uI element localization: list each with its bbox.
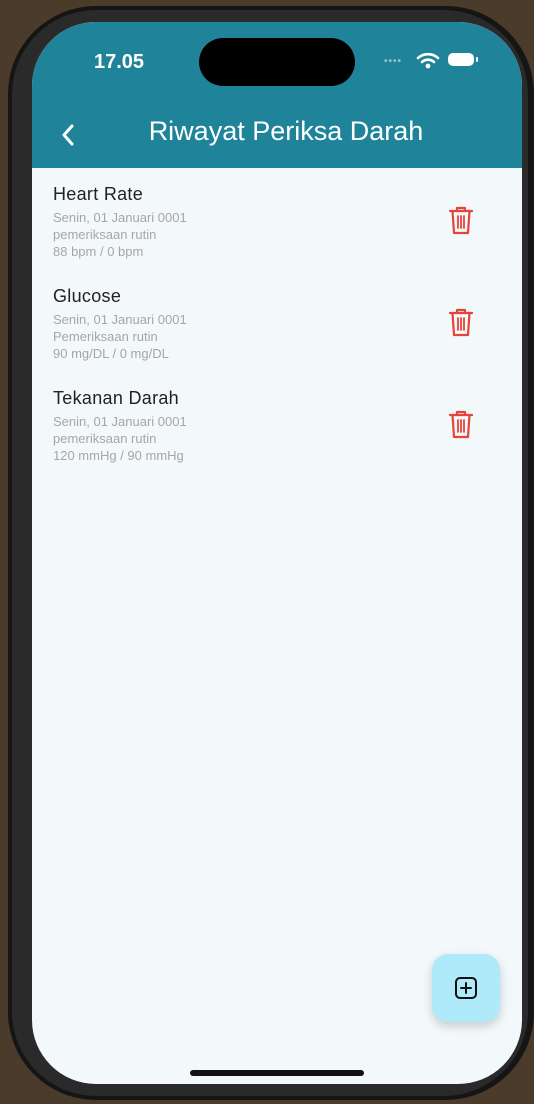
signal-icon: •••• (384, 56, 403, 67)
trash-icon[interactable] (448, 307, 474, 337)
status-time: 17.05 (94, 51, 145, 73)
app-screen: 17.05 •••• Riwayat Periksa Darah Heart R… (32, 22, 522, 1084)
battery-tip (476, 57, 478, 62)
record-title: Heart Rate (53, 184, 144, 204)
record-date: Senin, 01 Januari 0001 (53, 312, 187, 327)
app-header: 17.05 •••• Riwayat Periksa Darah (32, 22, 522, 168)
record-title: Glucose (53, 286, 122, 306)
trash-icon[interactable] (448, 205, 474, 235)
record-note: Pemeriksaan rutin (53, 329, 158, 344)
record-value: 120 mmHg / 90 mmHg (53, 448, 184, 463)
record-item-glucose[interactable]: Glucose Senin, 01 Januari 0001 Pemeriksa… (32, 270, 522, 372)
wifi-icon (416, 52, 440, 69)
record-value: 88 bpm / 0 bpm (53, 244, 144, 259)
plus-square-icon (455, 977, 477, 999)
dynamic-island (199, 38, 355, 86)
record-date: Senin, 01 Januari 0001 (53, 414, 187, 429)
trash-icon[interactable] (448, 409, 474, 439)
page-title: Riwayat Periksa Darah (148, 116, 424, 146)
status-icons: •••• (384, 50, 490, 70)
home-indicator[interactable] (190, 1070, 364, 1076)
record-value: 90 mg/DL / 0 mg/DL (53, 346, 169, 361)
record-item-tekanan-darah[interactable]: Tekanan Darah Senin, 01 Januari 0001 pem… (32, 372, 522, 474)
record-item-heart-rate[interactable]: Heart Rate Senin, 01 Januari 0001 pemeri… (32, 168, 522, 270)
record-note: pemeriksaan rutin (53, 431, 157, 446)
record-note: pemeriksaan rutin (53, 227, 157, 242)
battery-icon (448, 53, 474, 66)
record-date: Senin, 01 Januari 0001 (53, 210, 187, 225)
record-list: Heart Rate Senin, 01 Januari 0001 pemeri… (32, 168, 522, 474)
record-title: Tekanan Darah (53, 388, 179, 408)
add-record-button[interactable] (432, 954, 500, 1022)
